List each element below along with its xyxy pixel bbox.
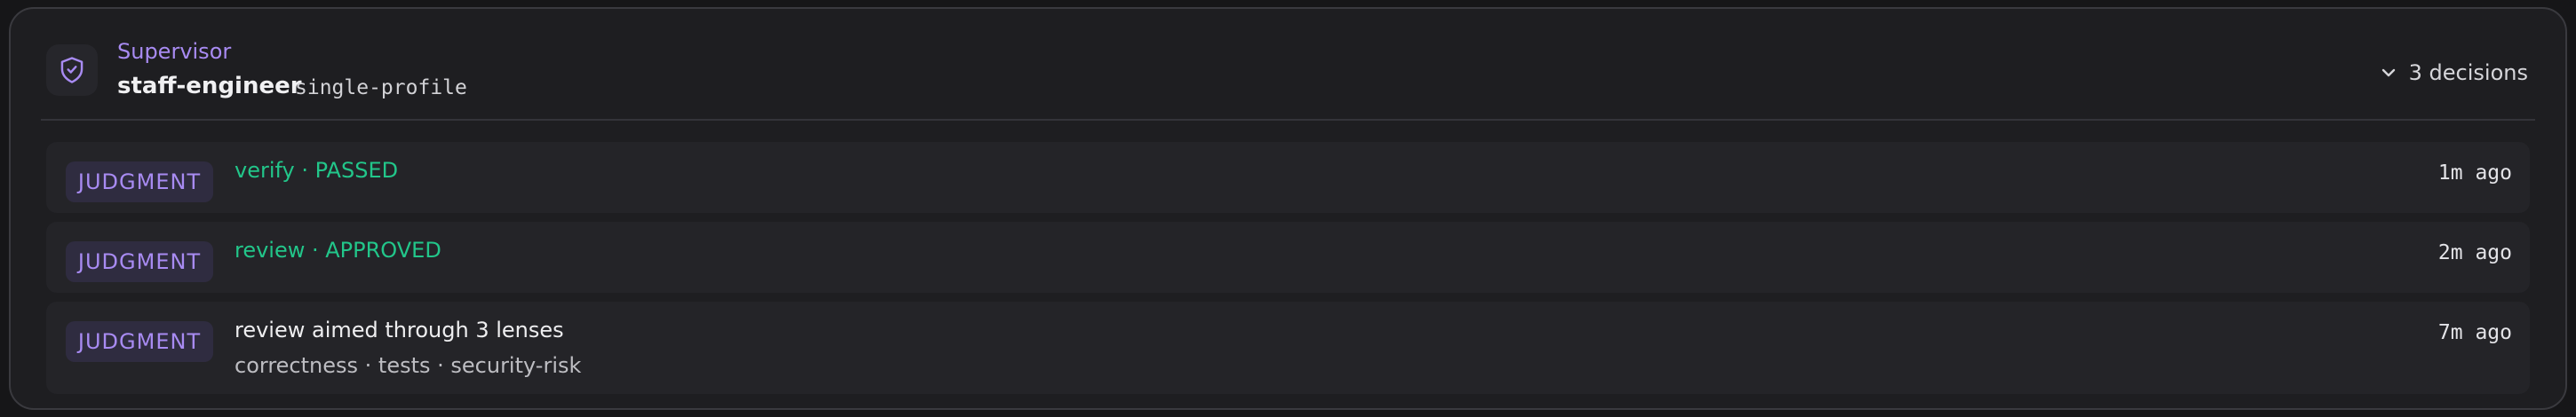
decisions-toggle-button[interactable]: 3 decisions — [2381, 55, 2528, 90]
agent-name: staff-engineer — [117, 73, 302, 99]
decisions-count: 3 decisions — [2408, 60, 2528, 85]
judgment-badge: JUDGMENT — [66, 161, 213, 202]
card-header: Supervisor staff-engineer single-profile… — [41, 35, 2535, 121]
supervisor-label: Supervisor — [117, 39, 232, 64]
judgment-badge: JUDGMENT — [66, 241, 213, 282]
decision-row[interactable]: JUDGMENT review aimed through 3 lenses c… — [46, 302, 2530, 394]
decision-row[interactable]: JUDGMENT review · APPROVED 2m ago — [46, 222, 2530, 293]
decision-time: 1m ago — [2437, 161, 2512, 185]
profile-tag: single-profile — [295, 76, 467, 99]
chevron-down-icon — [2381, 65, 2397, 82]
judgment-badge: JUDGMENT — [66, 321, 213, 362]
supervisor-card: Supervisor staff-engineer single-profile… — [9, 7, 2567, 410]
shield-check-icon — [46, 44, 98, 96]
decision-title: review aimed through 3 lenses — [235, 318, 564, 342]
decision-time: 7m ago — [2437, 321, 2512, 344]
decision-lenses: correctness · tests · security-risk — [235, 353, 582, 378]
decision-title: verify · PASSED — [235, 158, 399, 183]
decision-row[interactable]: JUDGMENT verify · PASSED 1m ago — [46, 142, 2530, 213]
decision-title: review · APPROVED — [235, 238, 441, 263]
decision-time: 2m ago — [2437, 241, 2512, 264]
